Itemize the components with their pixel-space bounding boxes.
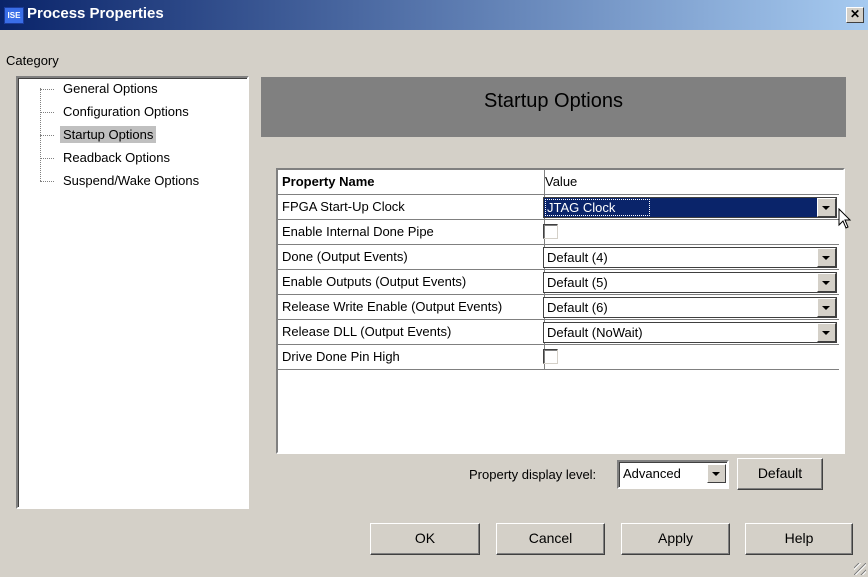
cancel-button[interactable]: Cancel — [496, 523, 605, 555]
category-label: Category — [6, 53, 59, 68]
category-item-general-options[interactable]: General Options — [18, 78, 161, 100]
default-button[interactable]: Default — [737, 458, 823, 490]
dropdown-value: Default (NoWait) — [547, 325, 643, 340]
property-name: Enable Internal Done Pipe — [278, 220, 545, 244]
apply-button[interactable]: Apply — [621, 523, 730, 555]
property-row: Enable Internal Done Pipe — [278, 220, 839, 245]
section-title: Startup Options — [484, 90, 623, 112]
property-name: Done (Output Events) — [278, 245, 545, 269]
property-value-cell: JTAG Clock — [541, 195, 838, 219]
category-item-label: Configuration Options — [63, 104, 189, 119]
property-value-cell — [541, 220, 838, 244]
fpga-startup-clock-dropdown[interactable]: JTAG Clock — [543, 197, 837, 218]
property-display-level-dropdown[interactable]: Advanced — [617, 460, 729, 489]
chevron-down-icon — [822, 306, 830, 310]
category-item-label: Startup Options — [60, 126, 157, 143]
property-name: Enable Outputs (Output Events) — [278, 270, 545, 294]
property-value-cell — [541, 345, 838, 369]
property-name-header: Property Name — [278, 170, 545, 194]
property-grid: Property Name Value FPGA Start-Up Clock … — [276, 168, 845, 454]
category-item-suspend-wake-options[interactable]: Suspend/Wake Options — [18, 170, 202, 192]
dropdown-arrow-button[interactable] — [817, 198, 836, 217]
category-item-label: Suspend/Wake Options — [63, 173, 200, 188]
dropdown-arrow-button[interactable] — [817, 273, 836, 292]
ise-app-icon: ISE — [4, 7, 24, 24]
property-value-cell: Default (6) — [541, 295, 838, 319]
dropdown-value: Default (4) — [547, 250, 608, 265]
release-write-enable-dropdown[interactable]: Default (6) — [543, 297, 837, 318]
category-item-startup-options[interactable]: Startup Options — [18, 124, 157, 146]
property-display-level-label: Property display level: — [469, 467, 597, 482]
property-row: Enable Outputs (Output Events) Default (… — [278, 270, 839, 295]
help-button[interactable]: Help — [745, 523, 853, 555]
chevron-down-icon — [822, 256, 830, 260]
value-header: Value — [545, 174, 578, 189]
ok-button[interactable]: OK — [370, 523, 480, 555]
property-row: Release DLL (Output Events) Default (NoW… — [278, 320, 839, 345]
property-name: Release DLL (Output Events) — [278, 320, 545, 344]
category-item-label: General Options — [63, 81, 158, 96]
dropdown-arrow-button[interactable] — [707, 464, 726, 483]
chevron-down-icon — [712, 472, 720, 476]
dropdown-arrow-button[interactable] — [817, 323, 836, 342]
category-tree[interactable]: General Options Configuration Options St… — [16, 76, 249, 509]
chevron-down-icon — [822, 331, 830, 335]
property-name: FPGA Start-Up Clock — [278, 195, 545, 219]
grid-header-row: Property Name Value — [278, 170, 839, 195]
chevron-down-icon — [822, 206, 830, 210]
property-row: Drive Done Pin High — [278, 345, 839, 370]
title-bar: ISE Process Properties ✕ — [0, 0, 868, 30]
release-dll-dropdown[interactable]: Default (NoWait) — [543, 322, 837, 343]
enable-outputs-dropdown[interactable]: Default (5) — [543, 272, 837, 293]
property-name: Release Write Enable (Output Events) — [278, 295, 545, 319]
dropdown-value: Default (6) — [547, 300, 608, 315]
mouse-pointer-icon — [838, 208, 852, 229]
category-item-configuration-options[interactable]: Configuration Options — [18, 101, 192, 123]
category-item-readback-options[interactable]: Readback Options — [18, 147, 173, 169]
property-row: Release Write Enable (Output Events) Def… — [278, 295, 839, 320]
dropdown-arrow-button[interactable] — [817, 248, 836, 267]
section-header-panel: Startup Options — [261, 77, 846, 137]
dropdown-value: Default (5) — [547, 275, 608, 290]
drive-done-pin-high-checkbox[interactable] — [543, 349, 558, 364]
property-row: Done (Output Events) Default (4) — [278, 245, 839, 270]
category-item-label: Readback Options — [63, 150, 170, 165]
property-name: Drive Done Pin High — [278, 345, 545, 369]
property-value-cell: Default (5) — [541, 270, 838, 294]
dropdown-arrow-button[interactable] — [817, 298, 836, 317]
property-row: FPGA Start-Up Clock JTAG Clock — [278, 195, 839, 220]
close-button[interactable]: ✕ — [846, 7, 864, 23]
chevron-down-icon — [822, 281, 830, 285]
resize-grip[interactable] — [854, 563, 866, 575]
done-output-events-dropdown[interactable]: Default (4) — [543, 247, 837, 268]
enable-internal-done-pipe-checkbox[interactable] — [543, 224, 558, 239]
dropdown-value: JTAG Clock — [547, 200, 616, 215]
property-value-cell: Default (4) — [541, 245, 838, 269]
property-value-cell: Default (NoWait) — [541, 320, 838, 344]
window-title: Process Properties — [27, 5, 164, 22]
dropdown-value: Advanced — [623, 466, 681, 481]
